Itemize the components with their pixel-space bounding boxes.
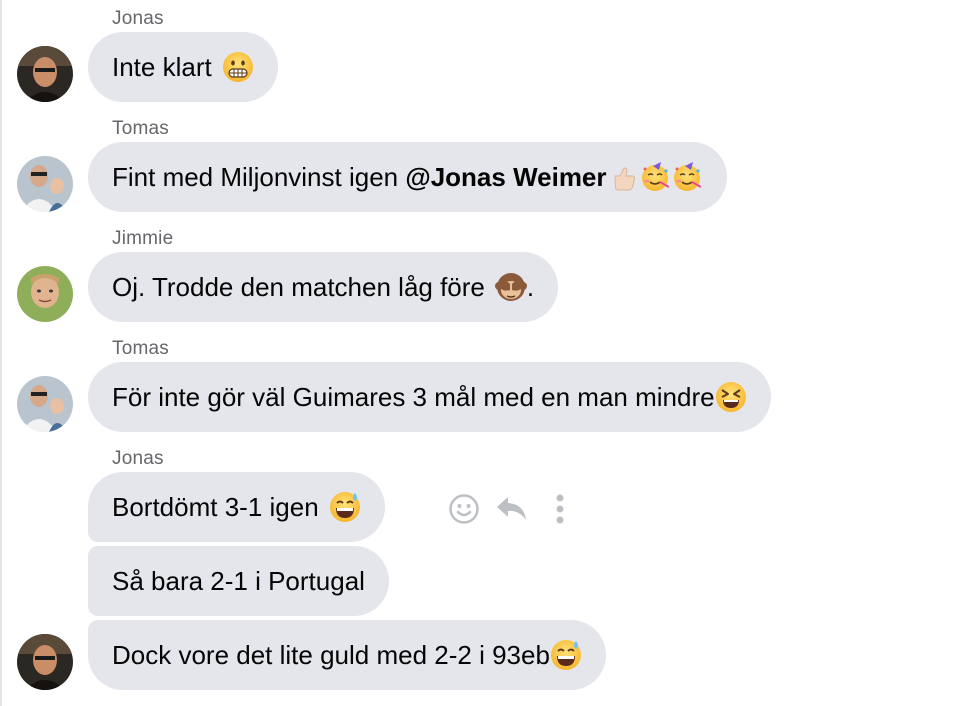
grinning-sweat-face-icon <box>550 640 581 670</box>
message-text-tail: . <box>526 271 535 302</box>
see-no-evil-monkey-icon <box>494 273 527 301</box>
grimacing-face-icon <box>222 52 253 82</box>
sender-name: Jonas <box>112 8 164 29</box>
left-divider <box>0 0 2 706</box>
partying-face-icon <box>641 162 670 191</box>
message-text: Dock vore det lite guld med 2-2 i 93eb <box>112 639 550 670</box>
more-button[interactable] <box>542 491 578 527</box>
sender-name: Jimmie <box>112 228 174 249</box>
sender-name: Jonas <box>112 448 164 469</box>
message-text: Så bara 2-1 i Portugal <box>112 565 365 596</box>
avatar-jonas[interactable] <box>17 46 73 102</box>
avatar-tomas[interactable] <box>17 156 73 212</box>
reply-button[interactable] <box>494 491 530 527</box>
message-text: Fint med Miljonvinst igen <box>112 161 406 192</box>
reply-icon <box>497 497 526 520</box>
message-bubble[interactable]: För inte gör väl Guimares 3 mål med en m… <box>88 362 771 432</box>
avatar-tomas[interactable] <box>17 376 73 432</box>
partying-face-icon <box>673 162 702 191</box>
more-vertical-icon <box>556 494 564 524</box>
message-bubble[interactable]: Fint med Miljonvinst igen @Jonas Weimer <box>88 142 727 212</box>
message-bubble[interactable]: Inte klart <box>88 32 278 102</box>
message-text: Inte klart <box>112 51 212 82</box>
laughing-squinting-face-icon <box>715 382 746 412</box>
message-bubble[interactable]: Bortdömt 3-1 igen <box>88 472 385 542</box>
sender-name: Tomas <box>112 118 169 139</box>
avatar-jonas[interactable] <box>17 634 73 690</box>
sender-name: Tomas <box>112 338 169 359</box>
message-bubble[interactable]: Dock vore det lite guld med 2-2 i 93eb <box>88 620 606 690</box>
message-actions <box>446 489 590 529</box>
smiley-icon <box>449 494 479 524</box>
message-bubble[interactable]: Så bara 2-1 i Portugal <box>88 546 389 616</box>
react-button[interactable] <box>446 491 482 527</box>
message-bubble[interactable]: Oj. Trodde den matchen låg före . <box>88 252 559 322</box>
message-text: Oj. Trodde den matchen låg före <box>112 271 485 302</box>
message-text: För inte gör väl Guimares 3 mål med en m… <box>112 381 715 412</box>
message-text: Bortdömt 3-1 igen <box>112 491 319 522</box>
grinning-sweat-face-icon <box>329 492 360 522</box>
thumbs-up-icon <box>613 167 635 191</box>
mention-link[interactable]: @Jonas Weimer <box>405 162 606 193</box>
avatar-jimmie[interactable] <box>17 266 73 322</box>
